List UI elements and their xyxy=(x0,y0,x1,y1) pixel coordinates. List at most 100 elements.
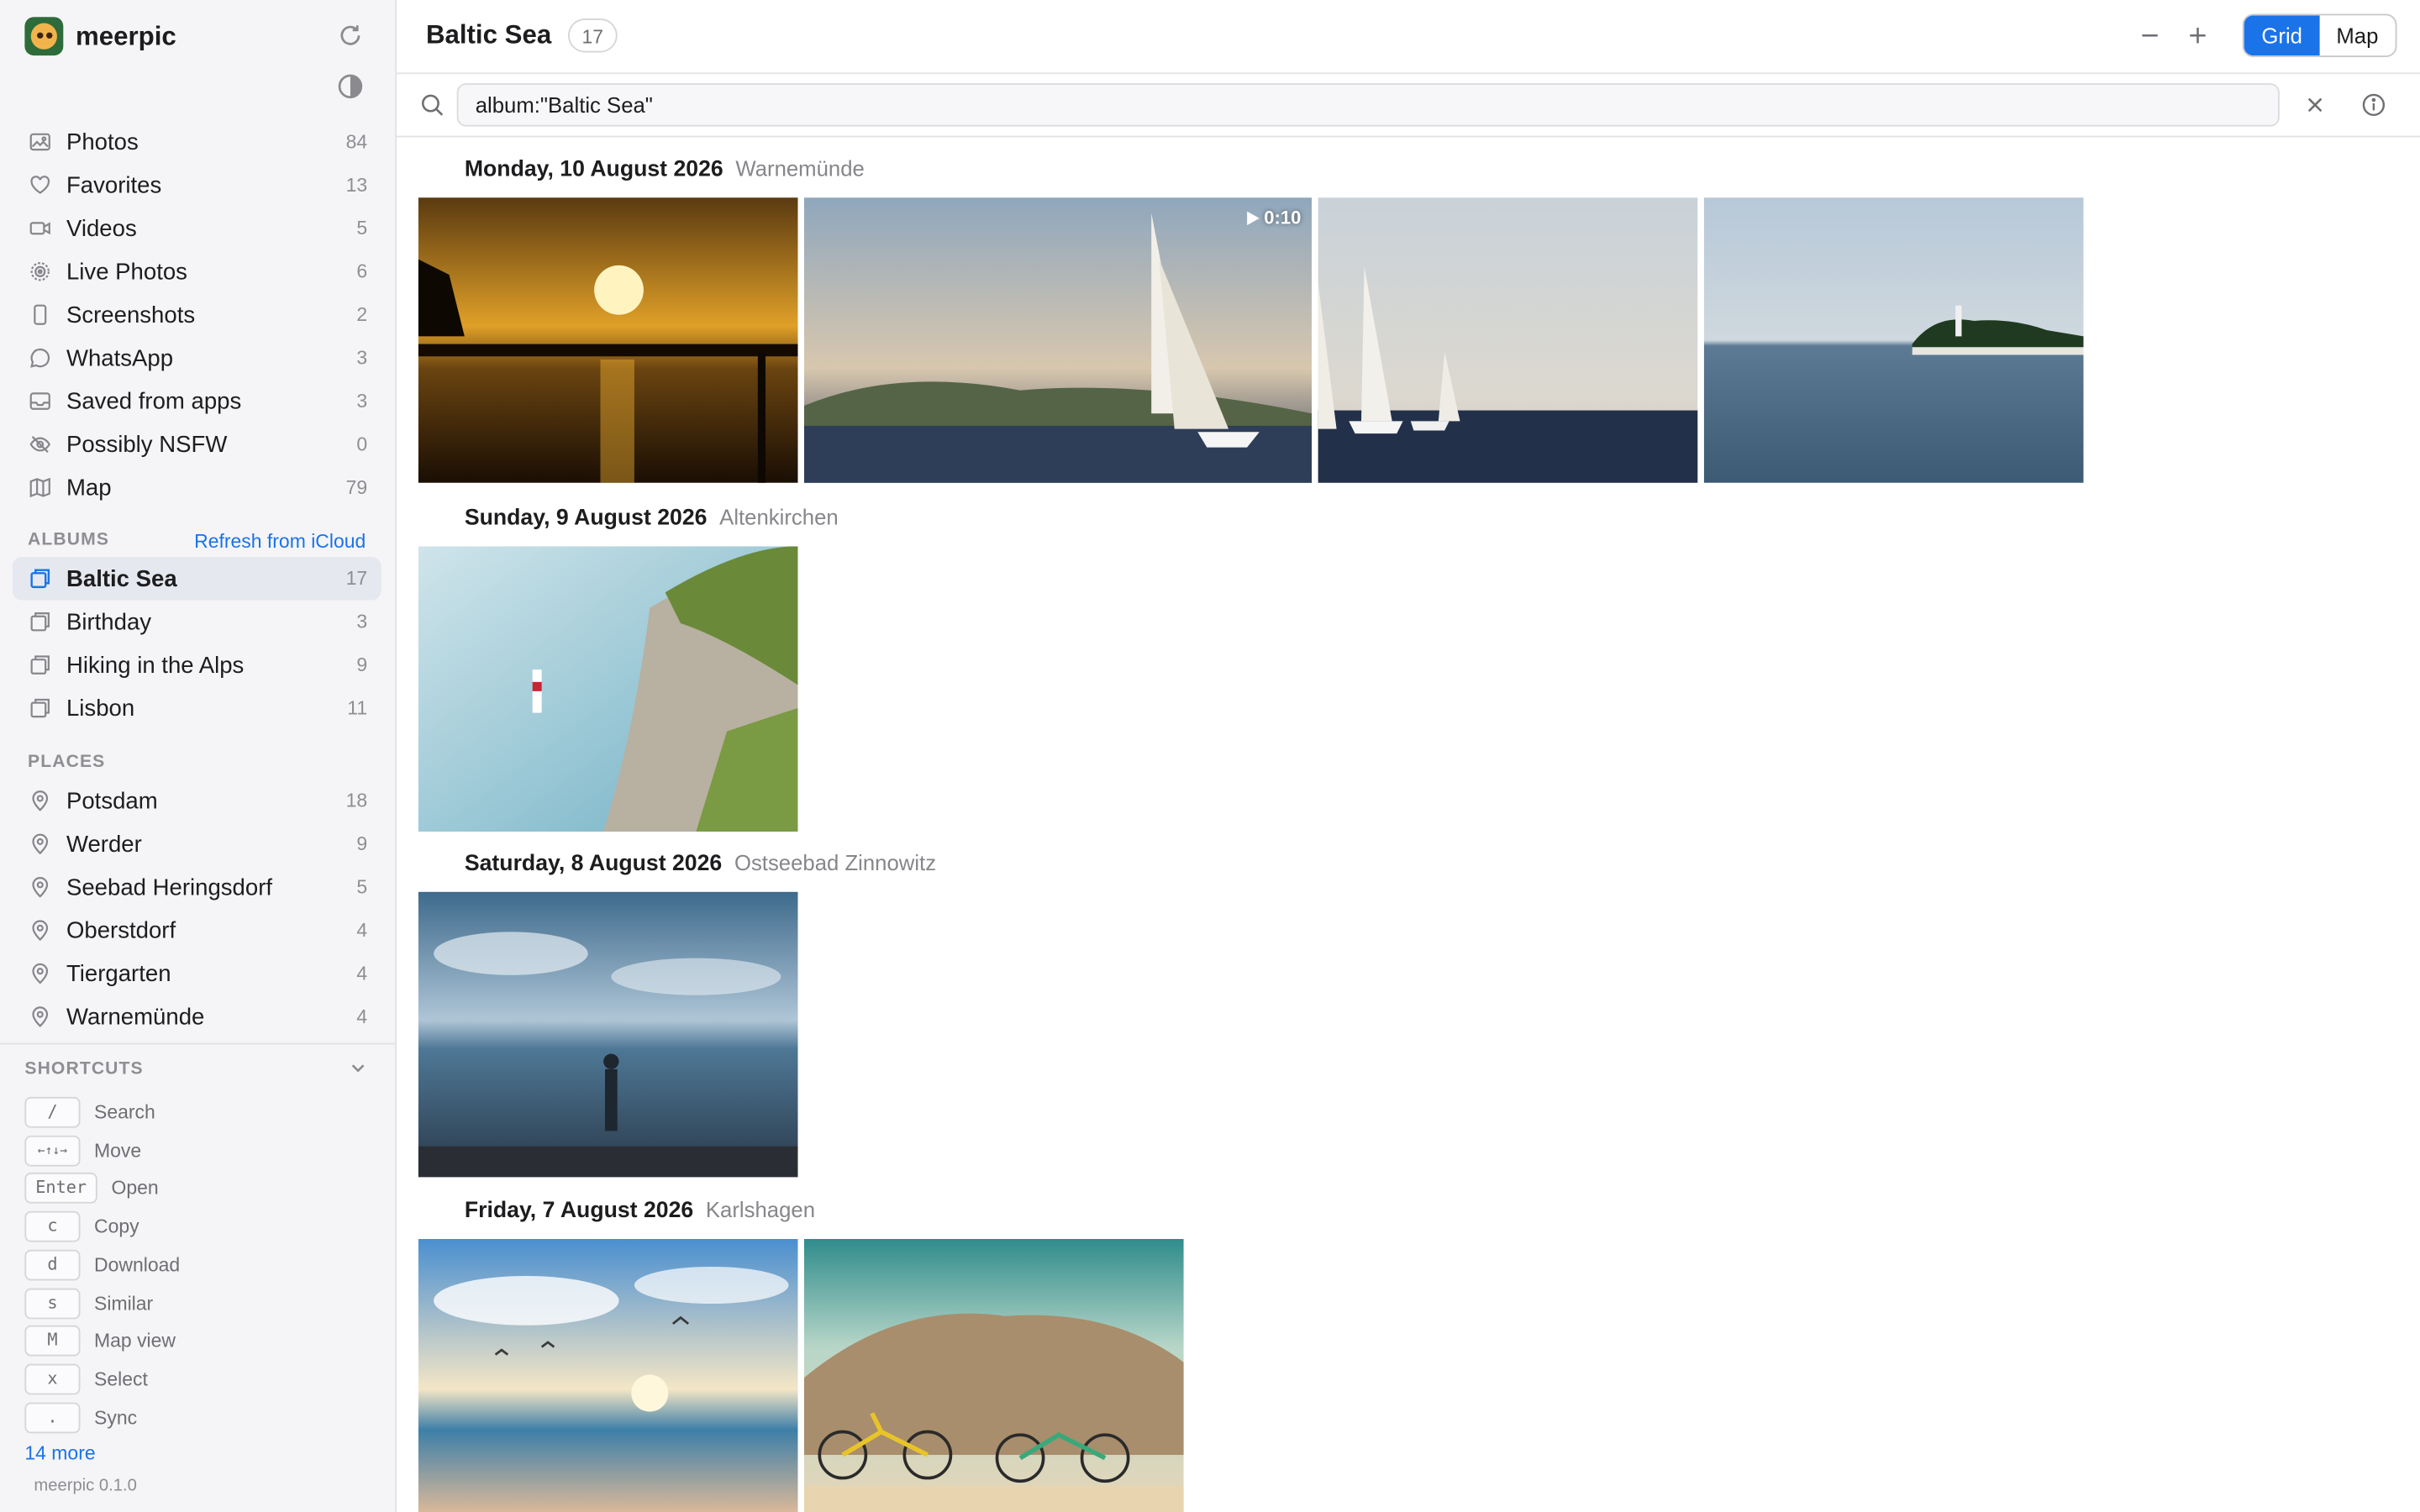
sidebar-item-place-werder[interactable]: Werder 9 xyxy=(13,822,381,865)
view-mode-toggle: Grid Map xyxy=(2243,13,2397,57)
refresh-from-icloud-link[interactable]: Refresh from iCloud xyxy=(194,531,366,553)
day-location[interactable]: Ostseebad Zinnowitz xyxy=(734,850,936,874)
photo-thumbnail[interactable] xyxy=(1703,197,2084,483)
map-icon xyxy=(28,475,52,500)
places-nav: Potsdam 18 Werder 9 Seebad Heringsdorf 5… xyxy=(13,780,381,1039)
album-icon xyxy=(28,566,52,591)
sidebar-item-place-tiergarten[interactable]: Tiergarten 4 xyxy=(13,952,381,995)
search-input[interactable] xyxy=(456,83,2280,127)
sidebar-item-label: Possibly NSFW xyxy=(66,431,228,458)
page-title: Baltic Sea xyxy=(425,19,552,50)
albums-heading: ALBUMS xyxy=(28,530,110,549)
photo-thumbnail[interactable] xyxy=(418,546,798,832)
sidebar-item-count: 4 xyxy=(356,1005,368,1028)
sidebar-item-place-seebad-heringsdorf[interactable]: Seebad Heringsdorf 5 xyxy=(13,865,381,908)
location-pin-icon xyxy=(28,961,52,985)
sidebar-item-count: 13 xyxy=(345,174,368,197)
day-date: Saturday, 8 August 2026 xyxy=(464,851,723,877)
photo-thumbnail[interactable] xyxy=(418,197,798,483)
location-pin-icon xyxy=(28,832,52,856)
sidebar-item-label: Potsdam xyxy=(66,787,158,814)
app-version: meerpic 0.1.0 xyxy=(34,1476,137,1495)
sidebar: meerpic Photos 84 Favorites 13 Videos 5 xyxy=(0,0,397,1512)
sidebar-item-screenshots[interactable]: Screenshots 2 xyxy=(13,293,381,336)
photo-thumbnail[interactable] xyxy=(803,1238,1184,1512)
shortcut-label: Map view xyxy=(94,1330,176,1352)
chat-bubble-icon xyxy=(28,345,52,370)
sidebar-item-count: 4 xyxy=(356,919,368,942)
sidebar-item-place-potsdam[interactable]: Potsdam 18 xyxy=(13,780,381,822)
shortcut-open: Enter Open xyxy=(24,1172,159,1204)
shortcut-key: c xyxy=(24,1210,81,1242)
photo-thumbnail[interactable] xyxy=(418,1238,798,1512)
grid-view-button[interactable]: Grid xyxy=(2244,15,2320,56)
shortcut-key: ←↑↓→ xyxy=(24,1135,81,1167)
shortcut-copy: c Copy xyxy=(24,1210,139,1242)
sidebar-item-map[interactable]: Map 79 xyxy=(13,466,381,509)
shortcut-key: s xyxy=(24,1288,81,1320)
location-pin-icon xyxy=(28,918,52,942)
brand[interactable]: meerpic xyxy=(24,17,176,56)
day-location[interactable]: Warnemünde xyxy=(735,156,864,181)
shortcut-label: Open xyxy=(111,1177,159,1200)
shortcut-key: x xyxy=(24,1363,81,1395)
shortcut-label: Download xyxy=(94,1254,181,1276)
zoom-out-icon[interactable] xyxy=(2132,17,2169,54)
top-bar: Baltic Sea 17 Grid Map xyxy=(397,0,2420,75)
sidebar-item-favorites[interactable]: Favorites 13 xyxy=(13,164,381,207)
theme-toggle-icon[interactable] xyxy=(332,68,369,105)
app-name: meerpic xyxy=(75,20,176,50)
sidebar-item-place-warnemuende[interactable]: Warnemünde 4 xyxy=(13,995,381,1038)
sidebar-item-count: 11 xyxy=(347,697,368,719)
day-location[interactable]: Altenkirchen xyxy=(719,505,839,529)
library-nav: Photos 84 Favorites 13 Videos 5 Live Pho… xyxy=(13,120,381,509)
sidebar-item-count: 2 xyxy=(356,303,368,326)
refresh-icon[interactable] xyxy=(332,17,369,54)
sidebar-item-saved-from-apps[interactable]: Saved from apps 3 xyxy=(13,380,381,423)
day-header: Monday, 10 August 2026 Warnemünde xyxy=(465,156,865,182)
sidebar-item-label: Lisbon xyxy=(66,695,135,722)
sidebar-item-whatsapp[interactable]: WhatsApp 3 xyxy=(13,336,381,379)
sidebar-item-count: 0 xyxy=(356,433,368,455)
more-shortcuts-link[interactable]: 14 more xyxy=(24,1442,95,1464)
info-icon[interactable] xyxy=(2355,87,2392,123)
photo-thumbnail[interactable] xyxy=(1318,197,1698,483)
video-thumbnail[interactable]: 0:10 xyxy=(803,197,1313,483)
photo-thumbnail[interactable] xyxy=(418,891,798,1178)
sidebar-item-live-photos[interactable]: Live Photos 6 xyxy=(13,250,381,293)
live-photo-icon xyxy=(28,260,52,284)
shortcut-sync: . Sync xyxy=(24,1402,137,1434)
sidebar-item-album-hiking-in-the-alps[interactable]: Hiking in the Alps 9 xyxy=(13,643,381,686)
sidebar-item-label: Saved from apps xyxy=(66,387,242,415)
sidebar-item-possibly-nsfw[interactable]: Possibly NSFW 0 xyxy=(13,423,381,465)
sidebar-item-count: 84 xyxy=(345,131,368,153)
shortcut-label: Similar xyxy=(94,1293,154,1315)
sidebar-item-album-lisbon[interactable]: Lisbon 11 xyxy=(13,686,381,729)
sidebar-item-label: Baltic Sea xyxy=(66,565,177,592)
sidebar-item-videos[interactable]: Videos 5 xyxy=(13,207,381,249)
shortcut-map-view: M Map view xyxy=(24,1325,176,1357)
shortcuts-heading: SHORTCUTS xyxy=(24,1059,144,1079)
album-icon xyxy=(28,610,52,634)
sidebar-item-photos[interactable]: Photos 84 xyxy=(13,120,381,163)
shortcut-label: Move xyxy=(94,1140,142,1163)
photo-icon xyxy=(28,129,52,154)
shortcut-label: Select xyxy=(94,1368,148,1390)
chevron-down-icon[interactable] xyxy=(341,1051,375,1084)
shortcut-key: d xyxy=(24,1249,81,1281)
shortcut-move: ←↑↓→ Move xyxy=(24,1135,142,1167)
clear-search-icon[interactable] xyxy=(2296,87,2333,123)
sidebar-item-label: Hiking in the Alps xyxy=(66,652,245,679)
albums-nav: Baltic Sea 17 Birthday 3 Hiking in the A… xyxy=(12,557,381,730)
sidebar-item-label: Photos xyxy=(66,129,139,155)
sidebar-item-count: 3 xyxy=(356,347,368,369)
shortcut-similar: s Similar xyxy=(24,1288,154,1320)
sidebar-item-count: 9 xyxy=(356,654,368,676)
shortcut-key: / xyxy=(24,1096,81,1128)
map-view-button[interactable]: Map xyxy=(2319,15,2395,55)
sidebar-item-album-baltic-sea[interactable]: Baltic Sea 17 xyxy=(12,557,381,601)
zoom-in-icon[interactable] xyxy=(2179,17,2216,54)
sidebar-item-place-oberstdorf[interactable]: Oberstdorf 4 xyxy=(13,909,381,952)
sidebar-item-album-birthday[interactable]: Birthday 3 xyxy=(13,600,381,643)
day-location[interactable]: Karlshagen xyxy=(706,1197,815,1221)
